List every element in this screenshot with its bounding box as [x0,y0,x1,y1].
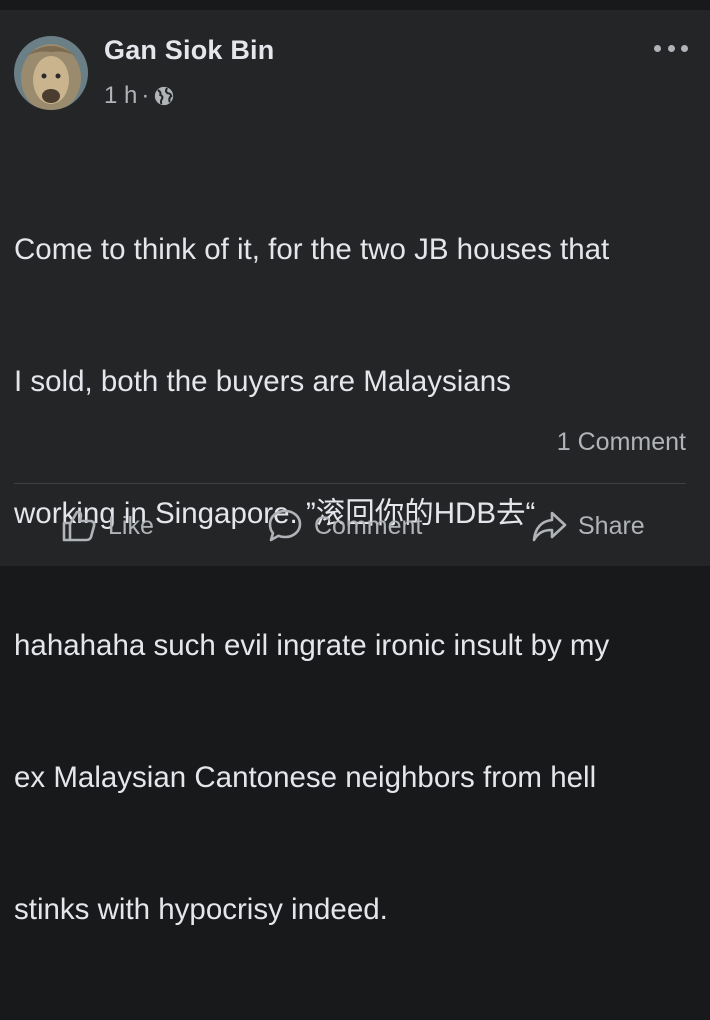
comment-label: Comment [314,511,423,540]
comment-button[interactable]: Comment [266,504,422,548]
thumbs-up-icon [60,507,108,545]
more-dot [667,44,675,52]
speech-bubble-icon [266,507,314,545]
share-arrow-icon [530,507,578,545]
comment-count-link[interactable]: 1 Comment [557,428,686,457]
like-label: Like [108,511,154,540]
like-button[interactable]: Like [60,504,154,548]
more-dot [681,44,688,52]
post-timestamp[interactable]: 1 h [104,82,137,110]
post-text-line: hahahaha such evil ingrate ironic insult… [14,629,610,662]
post-meta: 1 h · [104,82,175,110]
post-text-line: I sold, both the buyers are Malaysians [14,365,511,398]
post-card: Gan Siok Bin 1 h · Come to think of it, … [0,10,710,926]
meta-separator: · [141,82,150,109]
post-text-line: stinks with hypocrisy indeed. [14,893,388,926]
post-text-line: Come to think of it, for the two JB hous… [14,233,610,266]
lion-avatar-image [14,36,88,110]
more-dot [654,44,661,52]
share-label: Share [578,511,645,540]
author-avatar[interactable] [14,36,88,110]
author-name[interactable]: Gan Siok Bin [104,35,274,66]
actions-divider [14,483,686,484]
action-bar: Like Comment Share [0,498,710,554]
more-options-icon[interactable] [654,38,688,58]
post-body: Come to think of it, for the two JB hous… [14,140,704,1020]
globe-icon[interactable] [153,85,175,107]
share-button[interactable]: Share [530,504,645,548]
post-text-line: ex Malaysian Cantonese neighbors from he… [14,761,597,794]
